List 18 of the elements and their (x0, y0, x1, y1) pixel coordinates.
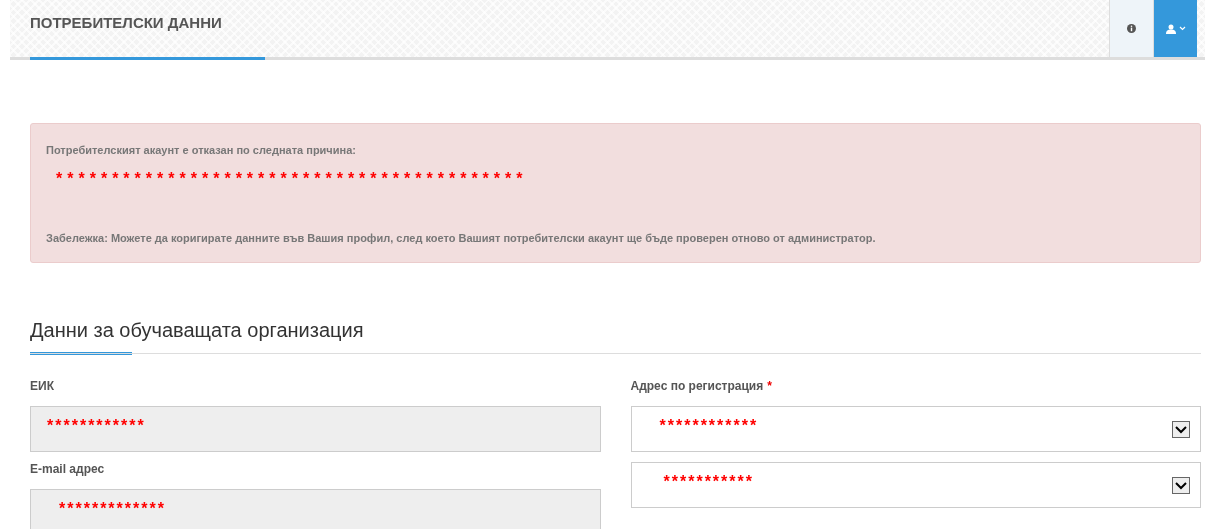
page-title: ПОТРЕБИТЕЛСКИ ДАННИ (30, 0, 265, 60)
section-title: Данни за обучаващата организация (30, 319, 365, 343)
field-label: E-mail адрес (30, 462, 105, 476)
info-icon (1127, 24, 1136, 33)
chevron-down-icon (1178, 26, 1186, 31)
chevron-down-icon (1172, 477, 1190, 494)
field-label: Адрес по регистрация (630, 379, 764, 393)
select-field[interactable]: *********** (630, 462, 1201, 508)
field-label: ЕИК (30, 379, 54, 393)
user-menu-button[interactable] (1153, 0, 1197, 57)
alert-reason-text: ****************************************** (56, 170, 529, 188)
user-icon (1165, 23, 1176, 34)
chevron-down-icon (1172, 421, 1190, 438)
alert-note: Забележка: Можете да коригирате данните във Вашия профил, след което Вашият потребителски акаунт ще бъде проверен отново от администратор. (46, 232, 877, 244)
info-button[interactable] (1109, 0, 1153, 57)
alert-reason-label: Потребителският акаунт е отказан по следната причина: (46, 144, 357, 156)
select-field[interactable]: ************ (630, 406, 1201, 452)
required-mark: * (767, 379, 772, 393)
